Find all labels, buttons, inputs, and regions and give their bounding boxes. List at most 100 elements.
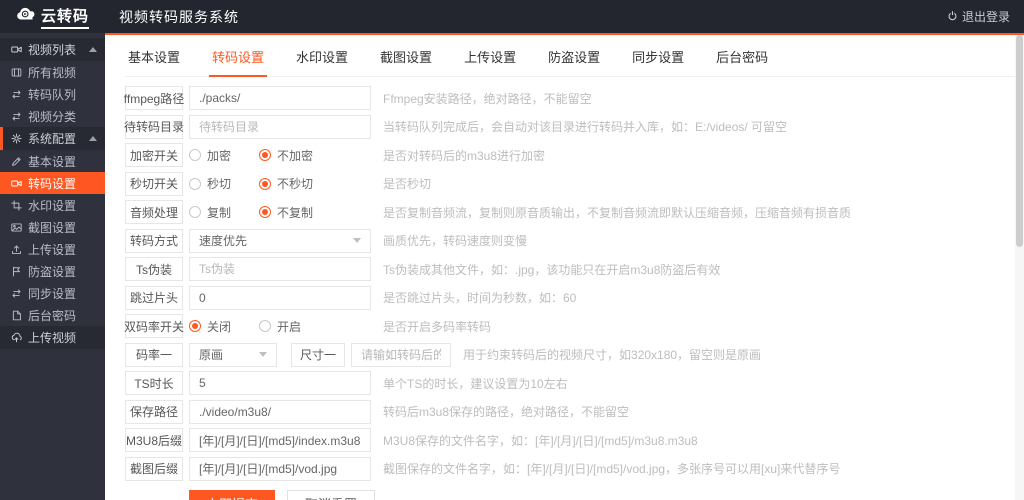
logout-label: 退出登录 xyxy=(961,10,1010,24)
tab-3-截图设置[interactable]: 截图设置 xyxy=(377,47,435,76)
skip-intro-field xyxy=(189,285,371,310)
sidebar-item-7-水印设置[interactable]: 水印设置 xyxy=(0,194,105,216)
cloud-upload-icon xyxy=(11,332,22,343)
size-1-input[interactable] xyxy=(351,342,452,367)
pending-dir-input[interactable] xyxy=(189,114,371,139)
sidebar-item-0-视频列表[interactable]: 视频列表 xyxy=(0,38,105,61)
ts-disguise-input[interactable] xyxy=(189,257,371,281)
encrypt-switch-option-不加密[interactable]: 不加密 xyxy=(259,147,313,164)
save-path-field xyxy=(189,399,371,424)
radio-label: 关闭 xyxy=(207,319,232,334)
pending-dir-field xyxy=(189,114,371,139)
fast-slice-switch-radio-group: 秒切 不秒切 xyxy=(189,175,371,192)
sidebar-item-label: 截图设置 xyxy=(28,220,77,235)
ffmpeg-path-input[interactable] xyxy=(189,86,371,110)
save-path-input[interactable] xyxy=(189,399,371,424)
bitrate-1-field: 原画 尺寸一 xyxy=(189,342,452,367)
sidebar-item-label: 后台密码 xyxy=(28,308,77,323)
form-row-ffmpeg-path: ffmpeg路径 Ffmpeg安装路径，绝对路径，不能留空 xyxy=(124,86,1024,110)
encrypt-switch-option-加密[interactable]: 加密 xyxy=(189,147,231,164)
sidebar-item-label: 视频列表 xyxy=(28,43,77,57)
form-row-ts-duration: TS时长 单个TS的时长，建议设置为10左右 xyxy=(125,371,1024,395)
app-logo[interactable]: 云转码 xyxy=(0,5,105,29)
tab-4-上传设置[interactable]: 上传设置 xyxy=(461,47,519,76)
sidebar-item-11-同步设置[interactable]: 同步设置 xyxy=(0,282,105,304)
sidebar-item-10-防盗设置[interactable]: 防盗设置 xyxy=(0,260,105,282)
crop-marks-icon xyxy=(11,199,22,211)
main-layout: 视频列表 所有视频 转码队列 视频分类 系统配置 基本设置 转码设置 水印设置 截图设置 上传设置… xyxy=(0,33,1024,500)
sidebar-item-6-转码设置[interactable]: 转码设置 xyxy=(0,172,105,194)
reset-button[interactable]: 取消重置 xyxy=(287,489,376,500)
sidebar-item-label: 防盗设置 xyxy=(28,264,77,279)
fast-slice-switch-option-不秒切[interactable]: 不秒切 xyxy=(259,175,313,192)
radio-circle-icon xyxy=(189,149,201,161)
snapshot-suffix-label: 截图后缀 xyxy=(125,456,183,481)
sidebar-item-2-转码队列[interactable]: 转码队列 xyxy=(0,83,105,105)
submit-button[interactable]: 立即提交 xyxy=(189,489,276,500)
sidebar-item-4-系统配置[interactable]: 系统配置 xyxy=(0,127,105,150)
sidebar-item-8-截图设置[interactable]: 截图设置 xyxy=(0,216,105,238)
sidebar-item-3-视频分类[interactable]: 视频分类 xyxy=(0,105,105,127)
sidebar-item-label: 系统配置 xyxy=(28,132,77,146)
transcode-mode-hint: 画质优先，转码速度则变慢 xyxy=(383,234,528,248)
scrollbar[interactable] xyxy=(1015,35,1024,500)
radio-label: 不加密 xyxy=(277,148,314,163)
ts-disguise-hint: Ts伪装成其他文件，如：.jpg，该功能只在开启m3u8防盗后有效 xyxy=(383,262,721,277)
tab-2-水印设置[interactable]: 水印设置 xyxy=(293,47,351,76)
tab-6-同步设置[interactable]: 同步设置 xyxy=(629,47,687,76)
video-file-icon xyxy=(11,67,22,78)
ts-disguise-field xyxy=(189,257,371,281)
form-row-skip-intro: 跳过片头 是否跳过片头，时间为秒数，如：60 xyxy=(125,285,1024,310)
sidebar-item-5-基本设置[interactable]: 基本设置 xyxy=(0,150,105,172)
sidebar-item-label: 基本设置 xyxy=(28,154,77,169)
tab-5-防盗设置[interactable]: 防盗设置 xyxy=(545,47,603,76)
edit-pencil-icon xyxy=(11,156,22,167)
radio-label: 不秒切 xyxy=(277,177,314,191)
tab-1-转码设置[interactable]: 转码设置 xyxy=(209,47,268,77)
fast-slice-switch-option-秒切[interactable]: 秒切 xyxy=(189,175,231,192)
tab-0-基本设置[interactable]: 基本设置 xyxy=(125,47,183,76)
dual-bitrate-switch-field: 关闭 开启 xyxy=(189,318,371,335)
cloud-logo-icon xyxy=(16,6,38,27)
document-icon xyxy=(11,310,22,321)
sidebar-item-9-上传设置[interactable]: 上传设置 xyxy=(0,238,105,260)
save-path-label: 保存路径 xyxy=(125,399,183,424)
logout-button[interactable]: 退出登录 xyxy=(947,8,1010,25)
fast-slice-switch-label: 秒切开关 xyxy=(125,171,183,196)
sidebar-item-label: 转码设置 xyxy=(28,176,77,191)
bitrate-1-select[interactable]: 原画 xyxy=(189,342,277,367)
sidebar-item-1-所有视频[interactable]: 所有视频 xyxy=(0,61,105,83)
power-icon xyxy=(947,10,958,24)
sidebar-item-label: 同步设置 xyxy=(28,286,77,301)
dual-bitrate-switch-radio-group: 关闭 开启 xyxy=(189,318,371,335)
form-row-encrypt-switch: 加密开关 加密 不加密 是否对转码后的m3u8进行加密 xyxy=(125,143,1024,167)
sidebar-item-label: 所有视频 xyxy=(28,65,77,80)
pending-dir-hint: 当转码队列完成后，会自动对该目录进行转码并入库，如：E:/videos/ 可留空 xyxy=(383,120,788,134)
sidebar-item-label: 转码队列 xyxy=(28,87,77,102)
image-icon xyxy=(11,222,22,233)
audio-mode-hint: 是否复制音频流，复制则原音质输出，不复制音频流即默认压缩音频，压缩音频有损音质 xyxy=(383,205,852,220)
sidebar-item-12-后台密码[interactable]: 后台密码 xyxy=(0,304,105,326)
ts-duration-hint: 单个TS的时长，建议设置为10左右 xyxy=(383,376,568,391)
snapshot-suffix-input[interactable] xyxy=(189,456,371,481)
chevron-down-icon xyxy=(259,352,267,357)
m3u8-suffix-input[interactable] xyxy=(189,428,371,452)
ts-duration-field xyxy=(189,371,371,395)
audio-mode-option-复制[interactable]: 复制 xyxy=(189,204,231,221)
form-row-m3u8-suffix: M3U8后缀 M3U8保存的文件名字，如：[年]/[月]/[日]/[md5]/m3… xyxy=(125,428,1024,452)
ts-duration-input[interactable] xyxy=(189,371,371,395)
scrollbar-thumb[interactable] xyxy=(1016,35,1023,247)
tab-7-后台密码[interactable]: 后台密码 xyxy=(713,47,771,76)
transcode-mode-select[interactable]: 速度优先 xyxy=(189,228,371,253)
sidebar-item-13-上传视频[interactable]: 上传视频 xyxy=(0,326,105,349)
skip-intro-input[interactable] xyxy=(189,285,371,310)
dual-bitrate-switch-option-开启[interactable]: 开启 xyxy=(259,318,301,335)
sidebar: 视频列表所有视频转码队列视频分类系统配置基本设置转码设置水印设置截图设置上传设置… xyxy=(0,33,105,500)
ffmpeg-path-hint: Ffmpeg安装路径，绝对路径，不能留空 xyxy=(383,91,592,106)
radio-label: 复制 xyxy=(207,205,232,220)
dual-bitrate-switch-option-关闭[interactable]: 关闭 xyxy=(189,318,231,335)
audio-mode-option-不复制[interactable]: 不复制 xyxy=(259,204,313,221)
skip-intro-hint: 是否跳过片头，时间为秒数，如：60 xyxy=(383,291,577,305)
audio-mode-label: 音频处理 xyxy=(125,200,183,224)
sidebar-item-label: 视频分类 xyxy=(28,109,77,124)
